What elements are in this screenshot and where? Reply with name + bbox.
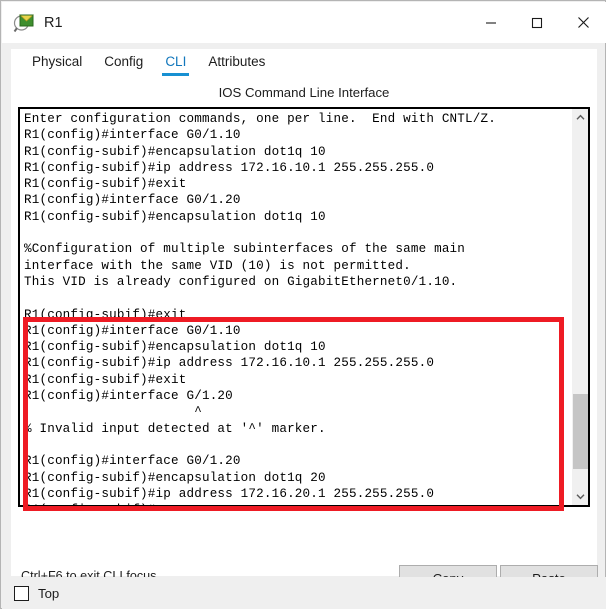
terminal-line: R1(config-subif)#encapsulation dot1q 10 bbox=[24, 144, 326, 159]
terminal-line: R1(config)#interface G0/1.10 bbox=[24, 128, 241, 143]
window-title: R1 bbox=[44, 14, 63, 31]
content-panel: Physical Config CLI Attributes IOS Comma… bbox=[11, 49, 598, 592]
window-controls bbox=[468, 2, 606, 43]
device-config-window: R1 Physical Config CLI Attributes IOS Co… bbox=[0, 0, 606, 609]
terminal-line: R1(config)#interface G0/1.10 bbox=[24, 323, 241, 338]
terminal-line: R1(config-subif)#ip address 172.16.10.1 … bbox=[24, 160, 435, 175]
terminal-line: R1(config-subif)#exit bbox=[24, 307, 187, 322]
tab-config[interactable]: Config bbox=[93, 49, 154, 77]
terminal-scrollbar[interactable] bbox=[571, 109, 588, 505]
window-footer: Top bbox=[2, 577, 606, 609]
terminal-line: R1(config-subif)#exit bbox=[24, 177, 187, 192]
top-checkbox-label: Top bbox=[38, 585, 60, 601]
chevron-up-icon[interactable] bbox=[572, 109, 589, 126]
window-titlebar: R1 bbox=[2, 2, 606, 43]
minimize-icon[interactable] bbox=[468, 2, 514, 43]
terminal-line: R1(config)#interface G/1.20 bbox=[24, 389, 233, 404]
terminal-line: R1(config-subif)#encapsulation dot1q 10 bbox=[24, 209, 326, 224]
cli-output[interactable]: Enter configuration commands, one per li… bbox=[20, 109, 571, 505]
terminal-line: R1(config)#interface G0/1.20 bbox=[24, 454, 241, 469]
cli-terminal-frame: Enter configuration commands, one per li… bbox=[18, 107, 590, 507]
cli-heading: IOS Command Line Interface bbox=[218, 85, 390, 100]
terminal-line: R1(config-subif)#ip address 172.16.10.1 … bbox=[24, 356, 435, 371]
tab-bar: Physical Config CLI Attributes bbox=[11, 49, 276, 79]
terminal-line: ^ bbox=[24, 405, 202, 420]
terminal-line: interface with the same VID (10) is not … bbox=[24, 258, 411, 273]
chevron-down-icon[interactable] bbox=[572, 488, 589, 505]
terminal-line: %Configuration of multiple subinterfaces… bbox=[24, 242, 466, 257]
terminal-line: R1(config-subif)#encapsulation dot1q 10 bbox=[24, 340, 326, 355]
terminal-line: R1(config-subif)# bbox=[24, 502, 571, 505]
top-checkbox[interactable] bbox=[14, 585, 29, 601]
terminal-line: R1(config-subif)#ip address 172.16.20.1 … bbox=[24, 486, 435, 501]
terminal-line: % Invalid input detected at '^' marker. bbox=[24, 421, 326, 436]
tab-physical[interactable]: Physical bbox=[21, 49, 93, 77]
maximize-icon[interactable] bbox=[514, 2, 560, 43]
terminal-line: This VID is already configured on Gigabi… bbox=[24, 274, 458, 289]
tab-attributes[interactable]: Attributes bbox=[197, 49, 276, 77]
terminal-line: R1(config-subif)#exit bbox=[24, 372, 187, 387]
terminal-line: Enter configuration commands, one per li… bbox=[24, 112, 496, 126]
close-icon[interactable] bbox=[560, 2, 606, 43]
terminal-line: R1(config-subif)#encapsulation dot1q 20 bbox=[24, 470, 326, 485]
tab-cli[interactable]: CLI bbox=[154, 49, 197, 77]
inspect-magnifier-router-icon bbox=[13, 12, 35, 34]
terminal-line: R1(config)#interface G0/1.20 bbox=[24, 193, 241, 208]
scrollbar-thumb[interactable] bbox=[573, 394, 588, 469]
